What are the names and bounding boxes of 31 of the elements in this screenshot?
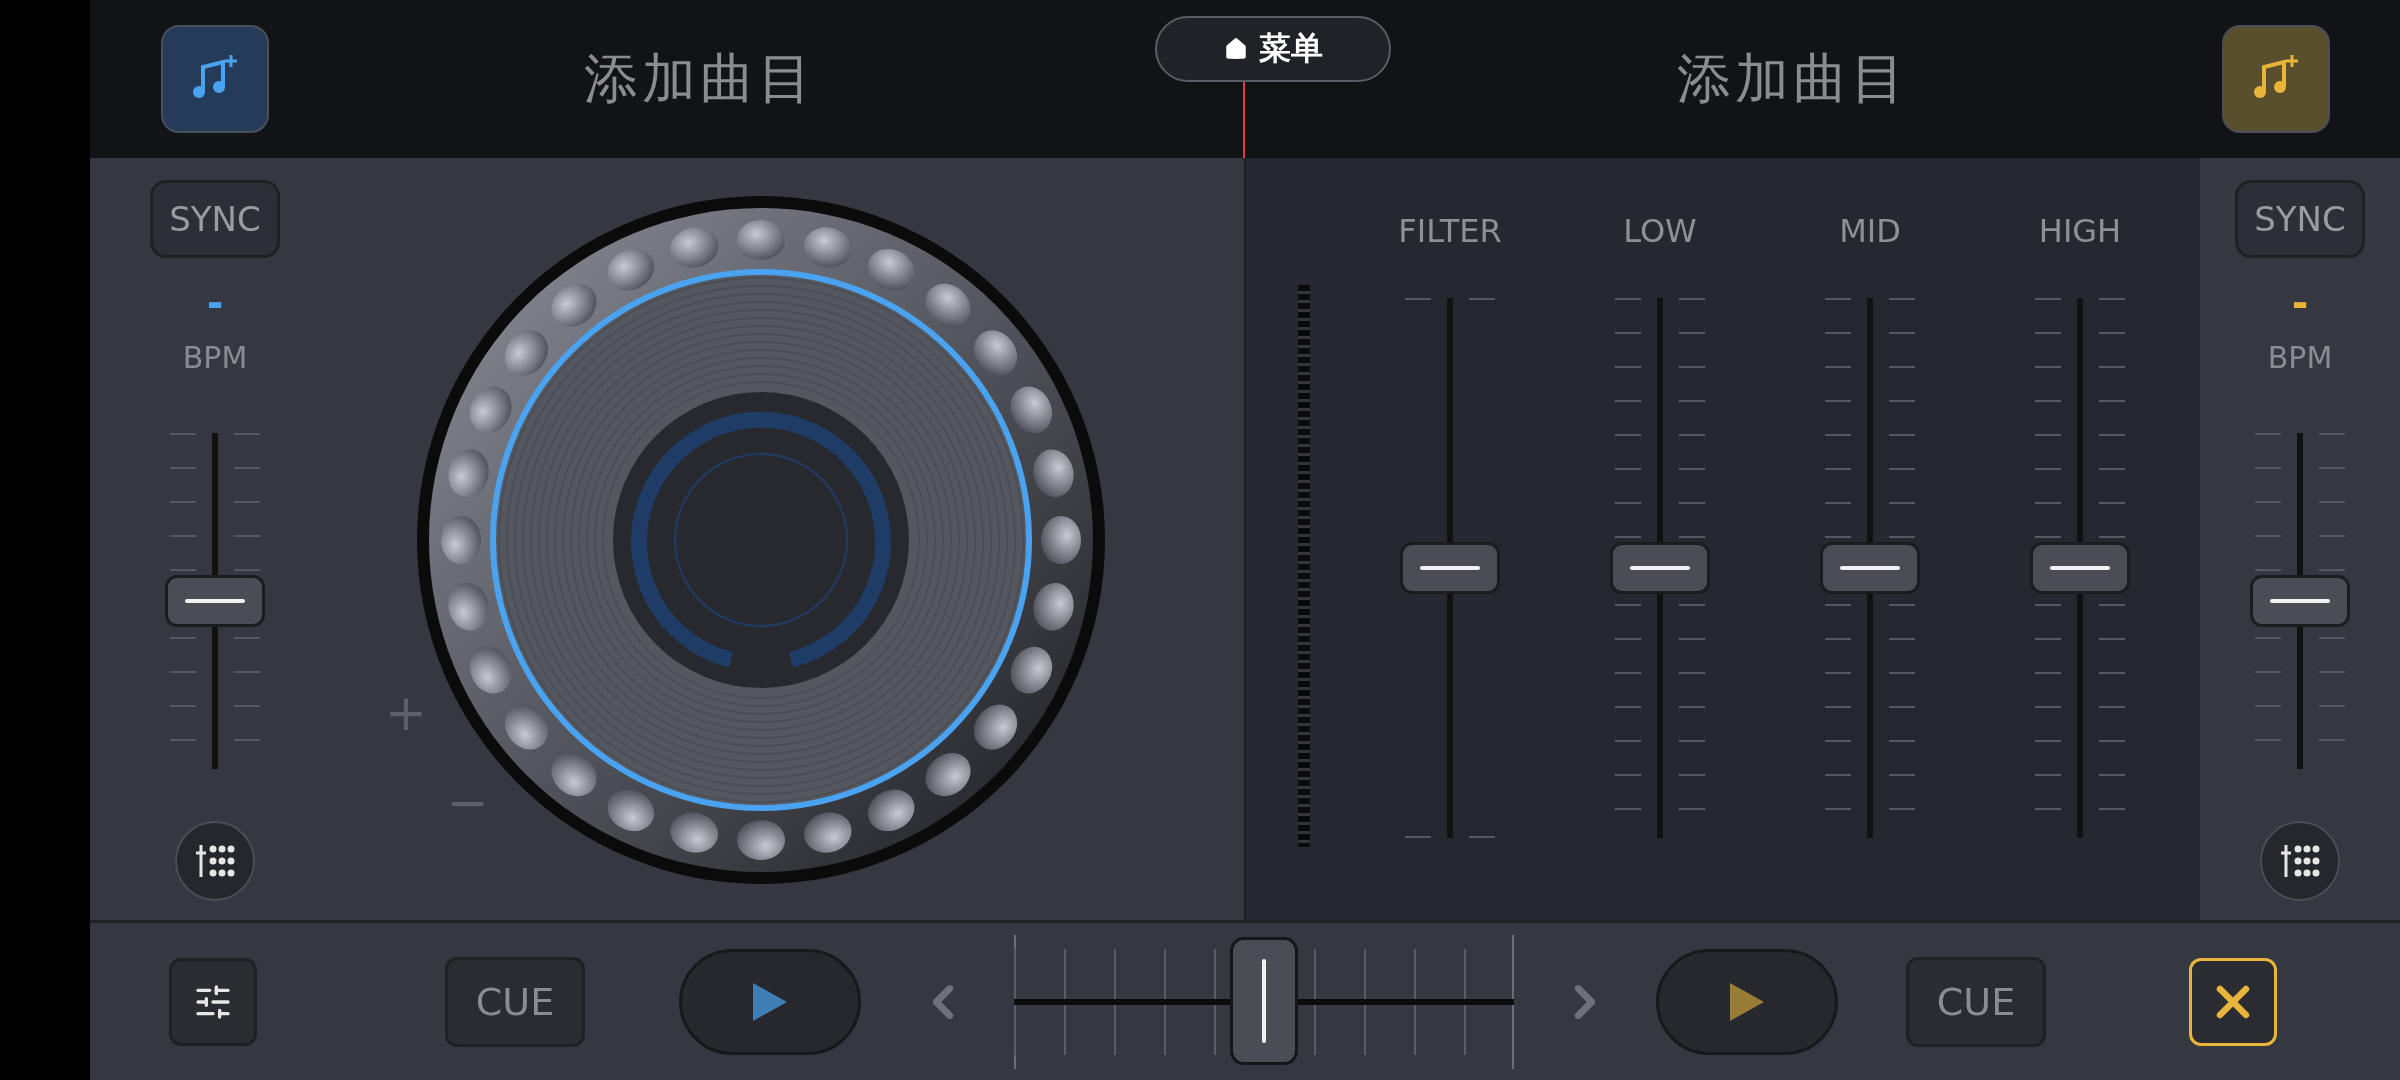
add-track-button[interactable]: [2222, 25, 2330, 133]
slider-thumb[interactable]: [2030, 542, 2130, 594]
mixer-dots-icon: [195, 843, 235, 879]
deck-title[interactable]: 添加曲目: [1677, 42, 1909, 116]
cue-button[interactable]: CUE: [1906, 956, 2046, 1047]
play-icon: [1730, 982, 1764, 1021]
deck-title[interactable]: 添加曲目: [583, 42, 816, 116]
slider-thumb[interactable]: [2250, 575, 2350, 627]
bpm-label: BPM: [2267, 340, 2333, 375]
slider-thumb[interactable]: [165, 575, 265, 627]
fader-label: HIGH: [2038, 212, 2122, 252]
slider-thumb[interactable]: [1400, 542, 1500, 594]
cue-button[interactable]: CUE: [445, 956, 585, 1047]
slider-thumb[interactable]: [1610, 542, 1710, 594]
fader-label: MID: [1839, 212, 1901, 252]
menu-button[interactable]: 菜单: [1155, 16, 1391, 82]
crossfader-thumb[interactable]: [1230, 936, 1298, 1065]
settings-button[interactable]: [169, 957, 257, 1046]
close-button[interactable]: [2189, 957, 2277, 1046]
home-icon: [1223, 36, 1249, 62]
slider-thumb[interactable]: [1820, 542, 1920, 594]
bpm-value: -: [206, 279, 224, 328]
mixer-dots-icon: [2280, 843, 2320, 879]
fader-label: FILTER: [1398, 212, 1502, 252]
fader-label: LOW: [1623, 212, 1697, 252]
sync-button[interactable]: SYNC: [150, 180, 280, 258]
bpm-value: -: [2291, 279, 2309, 328]
play-icon: [753, 982, 787, 1021]
sync-button[interactable]: SYNC: [2235, 180, 2365, 258]
add-track-button[interactable]: [161, 25, 269, 133]
bpm-label: BPM: [182, 340, 248, 375]
